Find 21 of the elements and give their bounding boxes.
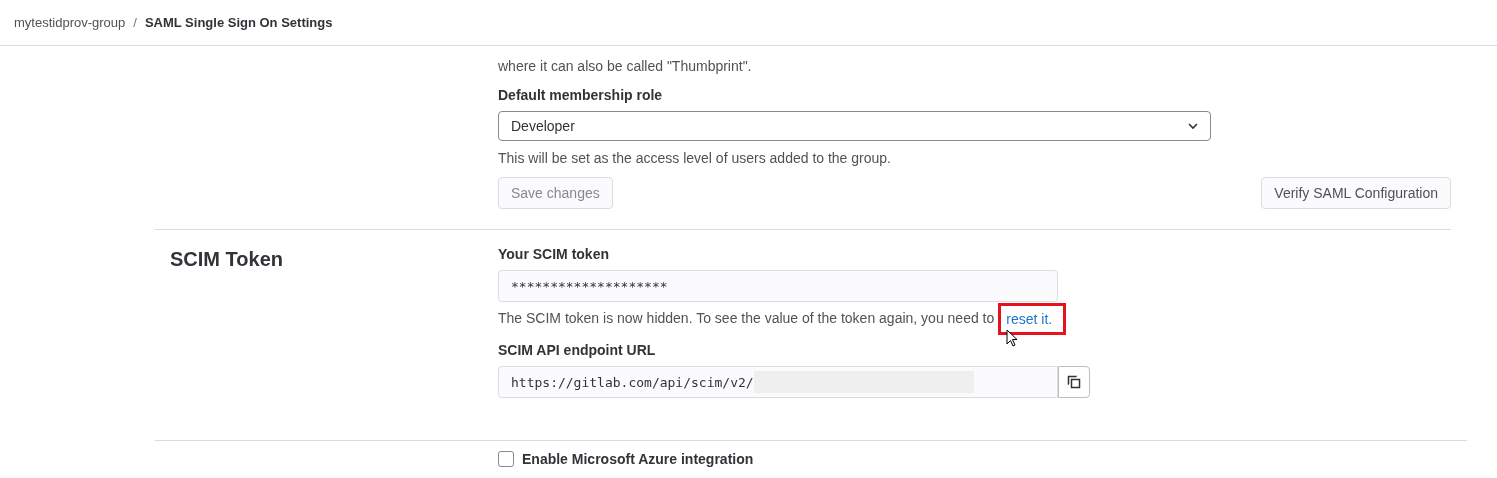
url-field[interactable]: https://gitlab.com/api/scim/v2/ — [498, 366, 1058, 398]
checkbox-label: Enable Microsoft Azure integration — [522, 451, 754, 467]
copy-icon — [1067, 375, 1081, 389]
copy-button[interactable] — [1058, 366, 1090, 398]
reset-link[interactable]: reset it. — [1006, 310, 1053, 327]
field-label: Your SCIM token — [498, 246, 610, 262]
cursor-icon — [1006, 328, 1019, 347]
breadcrumb-separator: / — [133, 15, 137, 30]
role-select[interactable]: Developer — [498, 111, 1211, 141]
field-label: SCIM API endpoint URL — [498, 342, 657, 358]
help-text: This will be set as the access level of users added to the group. — [498, 149, 892, 168]
verify-button[interactable]: Verify SAML Configuration — [1261, 177, 1451, 209]
field-label: Default membership role — [498, 87, 664, 103]
breadcrumb-link[interactable]: SAML Single Sign On Settings — [144, 15, 333, 30]
chevron-down-icon — [1188, 122, 1198, 130]
checkbox[interactable] — [498, 451, 514, 467]
section-title: SCIM Token — [170, 248, 284, 271]
help-text: The SCIM token is now hidden. To see the value of the token again, you need to — [498, 309, 995, 328]
help-text: where it can also be called "Thumbprint". — [498, 57, 753, 76]
breadcrumb-link[interactable]: mytestidprov-group — [14, 15, 126, 30]
token-field[interactable]: ******************** — [498, 270, 1058, 302]
